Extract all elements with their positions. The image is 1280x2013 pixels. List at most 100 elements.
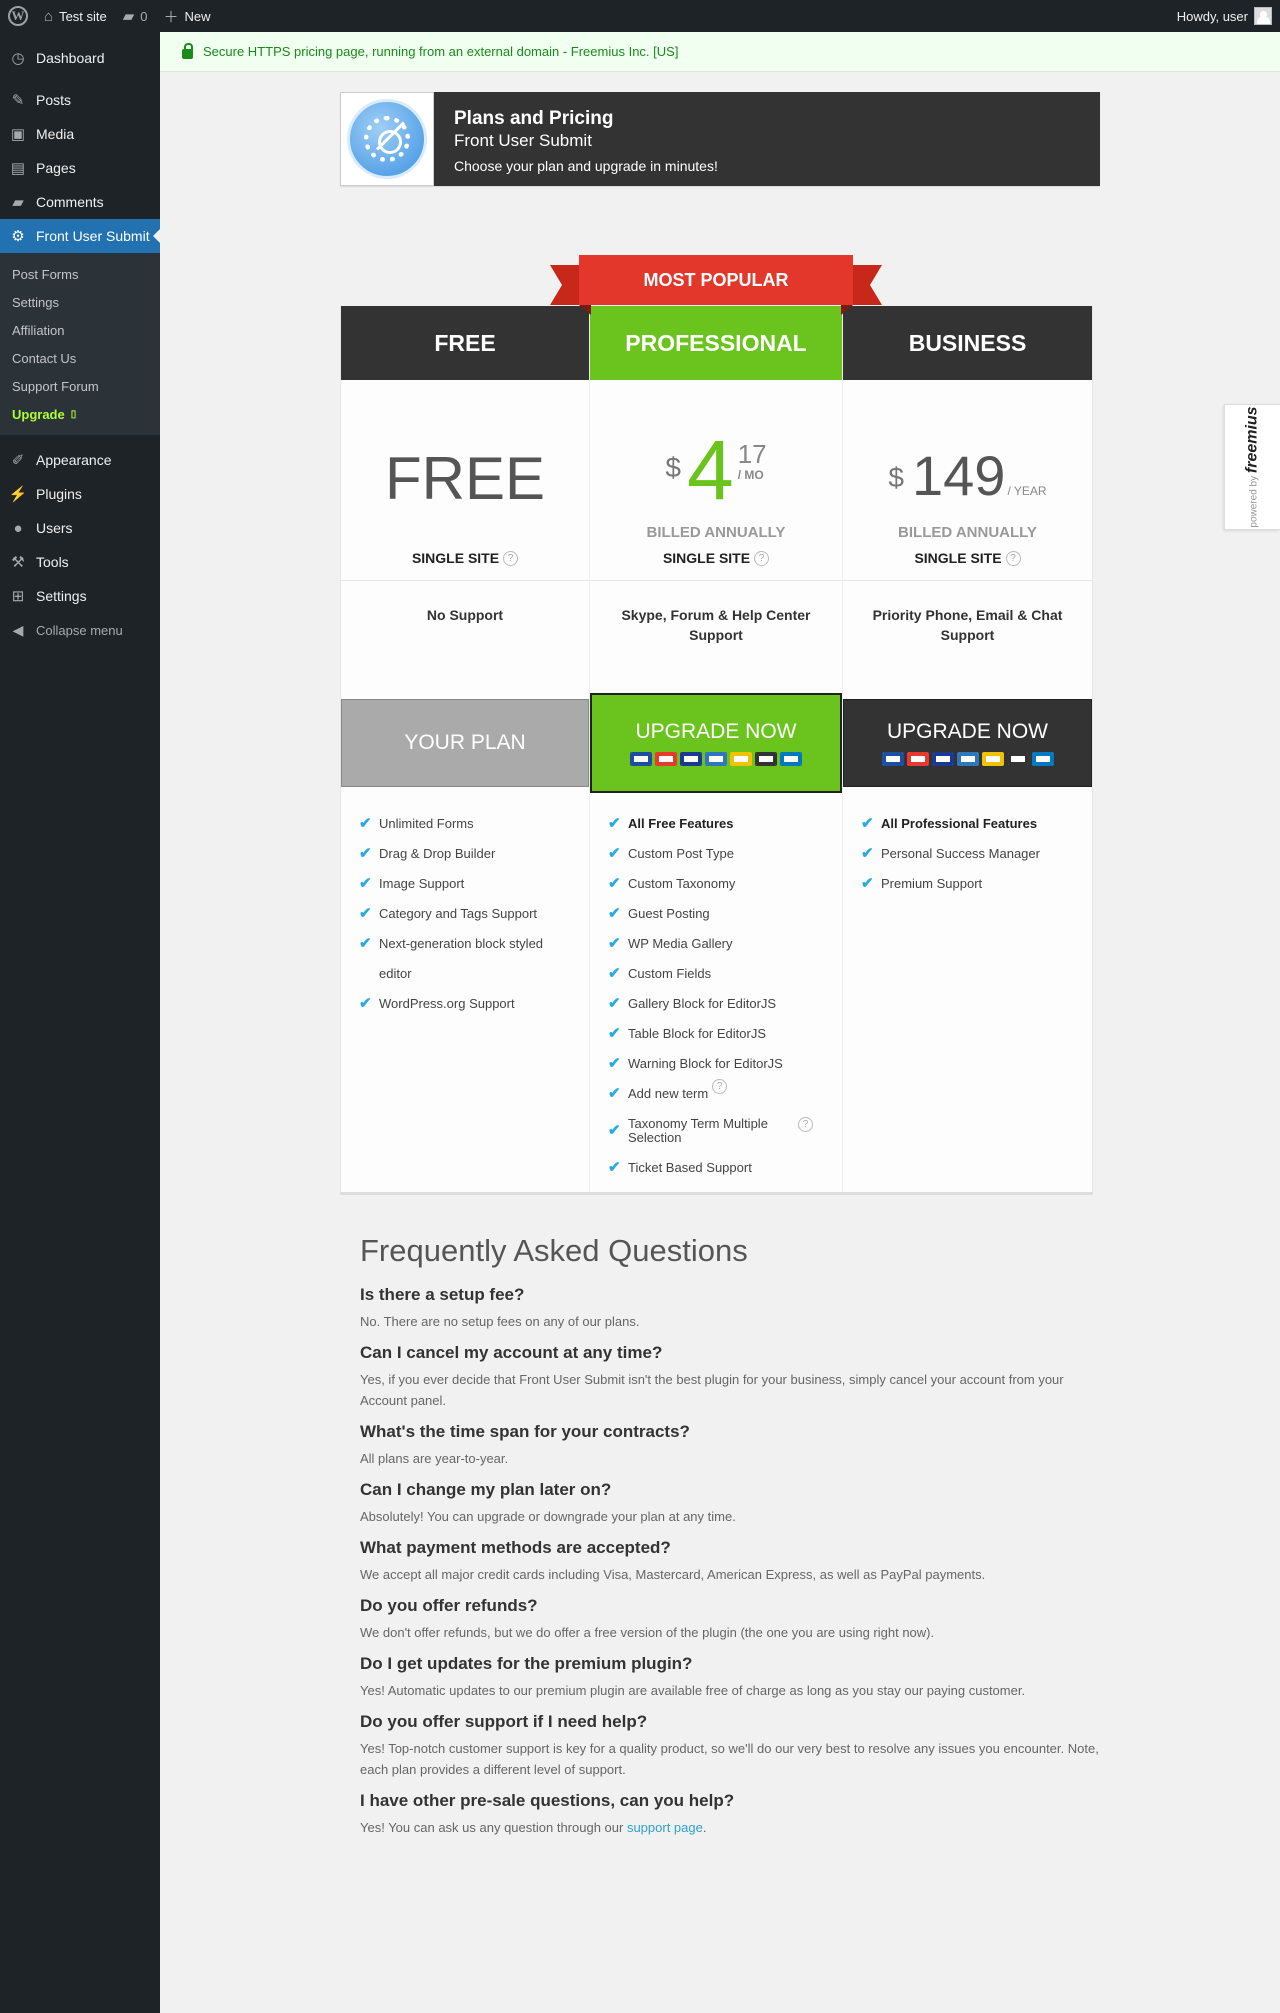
sidebar-item-settings[interactable]: ⊞ Settings xyxy=(0,579,160,613)
help-icon[interactable]: ? xyxy=(754,550,770,566)
bank-card-icon xyxy=(755,752,777,766)
collapse-label: Collapse menu xyxy=(36,622,123,638)
comments-icon: ▰ xyxy=(12,194,24,211)
faq-item: What payment methods are accepted? We ac… xyxy=(360,1537,1100,1585)
currency-symbol: $ xyxy=(665,452,681,483)
plan-column-professional: PROFESSIONAL $ 4 17 / MO BILLED ANNUALLY… xyxy=(590,306,843,1192)
price-area: $ 4 17 / MO BILLED ANNUALLY SINGLE SITE … xyxy=(590,380,842,581)
cta-label: UPGRADE NOW xyxy=(886,720,1048,743)
feature-item-continued: editor xyxy=(379,966,412,981)
your-plan-button: YOUR PLAN xyxy=(341,699,589,787)
billing-cycle: BILLED ANNUALLY xyxy=(646,524,786,541)
user-icon: ● xyxy=(13,519,23,537)
faq-question: Can I change my plan later on? xyxy=(360,1480,612,1499)
submenu-item-affiliation[interactable]: Affiliation xyxy=(0,316,160,344)
faq-answer: All plans are year-to-year. xyxy=(360,1451,509,1466)
freemius-badge[interactable]: powered by freemius xyxy=(1224,404,1280,530)
feature-item: ✔ Gallery Block for EditorJS xyxy=(608,989,842,1019)
sidebar-item-front-user-submit[interactable]: ⚙ Front User Submit xyxy=(0,219,160,253)
price-period: / YEAR xyxy=(1007,484,1047,498)
feature-item: ✔ Guest Posting xyxy=(608,899,842,929)
check-icon: ✔ xyxy=(608,875,621,892)
plan-column-free: FREE FREE SINGLE SITE ? No Support YOUR … xyxy=(340,306,590,1192)
price-cents: 17 xyxy=(737,439,767,469)
feature-item: ✔ Custom Fields xyxy=(608,959,842,989)
help-icon[interactable]: ? xyxy=(712,1079,728,1094)
feature-item: ✔ Premium Support xyxy=(861,869,1092,899)
home-icon: ⌂ xyxy=(44,7,54,25)
faq-question: Can I cancel my account at any time? xyxy=(360,1343,663,1362)
feature-item: ✔ Personal Success Manager xyxy=(861,839,1092,869)
submenu-item-contact-us[interactable]: Contact Us xyxy=(0,344,160,372)
support-page-link[interactable]: support page xyxy=(627,1820,703,1835)
wordpress-logo-button[interactable]: W xyxy=(0,0,36,32)
submenu-item-support-forum[interactable]: Support Forum xyxy=(0,372,160,400)
page-title: Plans and Pricing xyxy=(454,108,614,129)
plan-price: $ 149 / YEAR xyxy=(843,446,1092,506)
faq-item: Do you offer support if I need help? Yes… xyxy=(360,1711,1100,1780)
upgrade-now-button-business[interactable]: UPGRADE NOW xyxy=(843,699,1092,787)
site-name-link[interactable]: ⌂ Test site xyxy=(36,0,115,32)
faq-answer: No. There are no setup fees on any of ou… xyxy=(360,1314,640,1329)
sidebar-item-appearance[interactable]: ✐ Appearance xyxy=(0,443,160,477)
plugin-logo xyxy=(340,92,434,186)
help-icon[interactable]: ? xyxy=(1005,550,1021,566)
feature-item: ✔ Drag & Drop Builder xyxy=(359,839,589,869)
sidebar-item-pages[interactable]: ▤ Pages xyxy=(0,151,160,185)
sidebar-item-tools[interactable]: ⚒ Tools xyxy=(0,545,160,579)
sidebar-item-media[interactable]: ▣ Media xyxy=(0,117,160,151)
sidebar-item-plugins[interactable]: ⚡ Plugins xyxy=(0,477,160,511)
sidebar-item-users[interactable]: ● Users xyxy=(0,511,160,545)
avatar xyxy=(1254,7,1272,25)
faq-item: What's the time span for your contracts?… xyxy=(360,1421,1100,1469)
submenu-item-settings[interactable]: Settings xyxy=(0,288,160,316)
paypal-icon xyxy=(1031,752,1054,766)
sidebar-item-label: Pages xyxy=(36,160,76,176)
comments-link[interactable]: ▰ 0 xyxy=(115,0,156,32)
feature-item: ✔ WordPress.org Support xyxy=(359,989,589,1019)
faq-title: Frequently Asked Questions xyxy=(360,1233,748,1268)
sidebar-item-dashboard[interactable]: ◷ Dashboard xyxy=(0,41,160,75)
check-icon: ✔ xyxy=(359,815,372,832)
check-icon: ✔ xyxy=(608,935,621,952)
upgrade-now-button-professional[interactable]: UPGRADE NOW xyxy=(590,693,842,793)
sidebar-item-label: Users xyxy=(36,520,73,536)
account-menu[interactable]: Howdy, user xyxy=(1169,0,1280,32)
check-icon: ✔ xyxy=(861,845,874,862)
collapse-menu-button[interactable]: ◀ Collapse menu xyxy=(0,613,160,647)
faq-section: Frequently Asked Questions Is there a se… xyxy=(360,1230,1100,1843)
submenu-item-upgrade[interactable]: Upgrade ▯ xyxy=(0,400,160,428)
amex-card-icon xyxy=(705,752,727,766)
feature-item: ✔ All Free Features xyxy=(608,809,842,839)
feature-item: ✔ Add new term? xyxy=(608,1079,842,1109)
price-amount: 149 xyxy=(912,444,1006,507)
feature-item: ✔ Custom Post Type xyxy=(608,839,842,869)
faq-question: I have other pre-sale questions, can you… xyxy=(360,1791,735,1810)
help-icon[interactable]: ? xyxy=(798,1117,813,1132)
submenu-item-post-forms[interactable]: Post Forms xyxy=(0,260,160,288)
faq-answer: Yes, if you ever decide that Front User … xyxy=(360,1372,1064,1408)
table-bottom-border xyxy=(340,1192,1093,1195)
plan-sites: SINGLE SITE xyxy=(411,550,500,566)
check-icon: ✔ xyxy=(861,875,874,892)
plan-sites: SINGLE SITE xyxy=(914,550,1002,566)
cta-label: YOUR PLAN xyxy=(404,731,526,754)
new-label: New xyxy=(184,8,211,24)
sidebar-item-label: Settings xyxy=(36,588,87,604)
dashboard-icon: ◷ xyxy=(11,50,25,67)
sidebar-item-comments[interactable]: ▰ Comments xyxy=(0,185,160,219)
faq-answer-text: Yes! You can ask us any question through… xyxy=(360,1820,624,1835)
pricing-table: FREE FREE SINGLE SITE ? No Support YOUR … xyxy=(340,306,1093,1195)
check-icon: ✔ xyxy=(608,905,621,922)
wrench-icon: ⚒ xyxy=(11,554,25,571)
feature-item: ✔ Custom Taxonomy xyxy=(608,869,842,899)
new-content-link[interactable]: ＋ New xyxy=(156,0,219,32)
paypal-icon xyxy=(780,752,802,766)
feature-item: ✔ All Professional Features xyxy=(861,809,1092,839)
site-name: Test site xyxy=(59,8,107,24)
help-icon[interactable]: ? xyxy=(503,550,519,566)
check-icon: ✔ xyxy=(861,815,874,832)
faq-question: Do I get updates for the premium plugin? xyxy=(360,1654,693,1673)
feature-item: ✔ WP Media Gallery xyxy=(608,929,842,959)
sidebar-item-posts[interactable]: ✎ Posts xyxy=(0,83,160,117)
